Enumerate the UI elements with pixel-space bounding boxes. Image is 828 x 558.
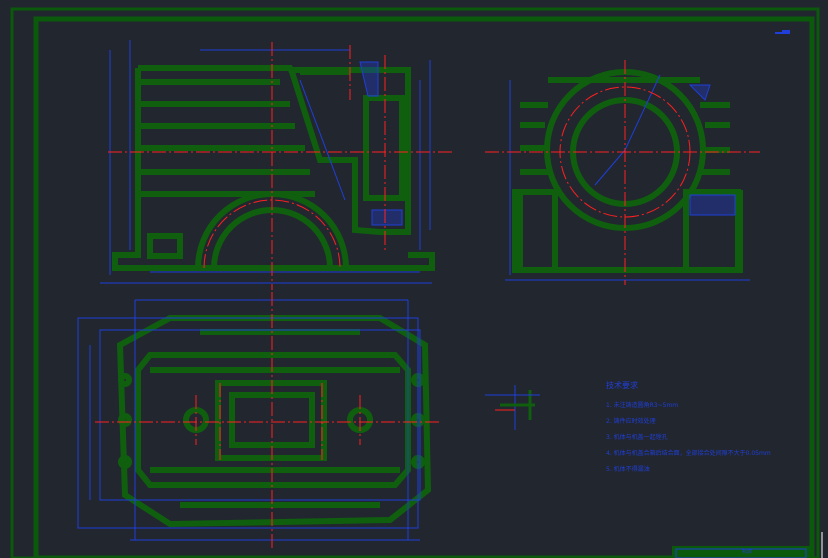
title-block-label: 机体 xyxy=(742,549,753,555)
note-item: 1. 未注铸造圆角R3~5mm xyxy=(606,402,679,409)
notes-title: 技术要求 xyxy=(606,381,638,390)
top-view xyxy=(116,315,432,528)
technical-requirements: 技术要求 1. 未注铸造圆角R3~5mm 2. 铸件应时效处理 3. 机体与机盖… xyxy=(606,378,771,478)
note-item: 4. 机体与机盖合箱后结合面，全部接合处间隙不大于0.05mm xyxy=(606,450,771,457)
side-view xyxy=(512,69,743,273)
note-item: 5. 机体不得漏油 xyxy=(606,466,650,473)
title-block xyxy=(672,546,810,558)
note-item: 2. 铸件应时效处理 xyxy=(606,418,656,425)
scale-label xyxy=(775,30,790,34)
note-item: 3. 机体与机盖一起镗孔 xyxy=(606,434,668,441)
detail-view xyxy=(485,385,540,430)
cad-drawing-canvas[interactable]: 技术要求 1. 未注铸造圆角R3~5mm 2. 铸件应时效处理 3. 机体与机盖… xyxy=(0,0,828,558)
front-view xyxy=(112,65,435,271)
